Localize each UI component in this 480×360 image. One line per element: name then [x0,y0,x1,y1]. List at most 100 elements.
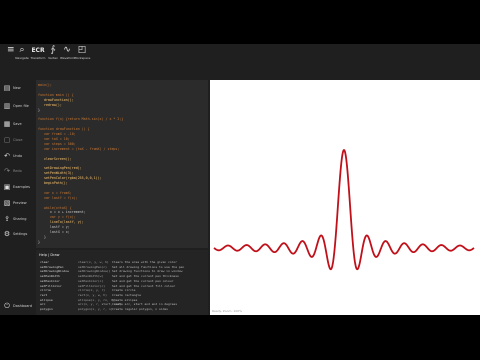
navigate-label: Navigate [15,56,29,60]
reference-signature: setFillColor(c) [78,283,106,288]
sidebar-item-label: Close [13,138,23,142]
navigate-button[interactable]: ⌕ Navigate [14,45,30,63]
reference-row[interactable]: setDrawingPen setDrawingPen(c) Set all dra… [40,265,206,269]
sidebar-item-sharing[interactable]: ⇪ Sharing [2,212,33,228]
file-icon: ▤ [3,84,11,92]
workspace-label: Workspace [74,56,91,60]
reference-name: arc [40,302,46,307]
waveform-button[interactable]: ∿ Waveform [60,45,76,63]
reference-description: Create regular polygon, n sides [112,307,168,311]
code-line: lastX = x; [38,230,70,234]
reference-title: Help | Draw [39,253,60,257]
sidebar-item-redo[interactable]: ↷ Redo [2,164,33,180]
save-icon: ▦ [3,120,11,128]
undo-icon: ↶ [4,152,10,160]
reference-name: setDrawingPen [40,264,64,269]
code-editor[interactable]: main(); function main () { drawFunction()… [36,80,208,248]
code-line: var increment = (toX - fromX) / steps; [38,146,120,151]
sidebar-item-label: Open file [13,104,29,108]
sidebar-item-label: Undo [13,154,23,158]
sidebar-item-save[interactable]: ▦ Save [2,117,33,133]
reference-row[interactable]: setDrawingWindow setDrawingWindow() Set dr… [40,269,206,273]
waveform-label: Waveform [60,56,76,60]
magnifier-icon: ⌕ [19,45,25,55]
code-line: setPenWidth(3); [38,171,74,176]
reference-name: polygon [40,307,53,311]
reference-signature: setDrawingPen(c) [78,264,107,269]
code-line: clearScreen(); [38,156,72,161]
code-line: setPenColor(rgba(255,0,0,1)); [38,176,102,181]
reference-name: setPenColor [40,278,60,283]
toolbar: ≡ ⌕ Navigate ECR Transform ∱ Vertex ∿ Wa… [0,44,480,63]
reference-name: circle [40,288,51,293]
sidebar-item-settings[interactable]: ⚙ Settings [2,227,33,243]
drawing-canvas[interactable]: Ready. Zoom: 100% [210,80,480,315]
menu-button[interactable]: ≡ [7,45,15,63]
reference-row[interactable]: setPenColor setPenColor(c) Set and get the… [40,279,206,283]
reference-signature: rect(x, y, w, h) [78,292,107,297]
code-line: var steps = 500; [38,141,76,146]
reference-row[interactable]: setPenWidth setPenWidth(w) Set and get the… [40,274,206,278]
sinc-plot [213,149,475,271]
workspace-button[interactable]: ◰ Workspace [74,45,90,63]
reference-description: Create rectangle [112,292,141,297]
code-line: } [38,107,40,112]
reference-signature: circle(x, y, r) [78,288,106,293]
sidebar-item-undo[interactable]: ↶ Undo [2,149,33,165]
code-line: var x = fromX; [38,190,72,195]
sidebar-item-label: Redo [13,169,22,173]
vertex-button[interactable]: ∱ Vertex [46,45,60,63]
power-icon: ⏻ [4,302,10,310]
sidebar: ▤ New ▥ Open file ▦ Save ▢ Close ↶ Undo … [0,63,34,315]
code-line: function drawFunction () { [38,127,90,132]
code-line: var lastY = f(x); [38,195,78,200]
sidebar-item-examples[interactable]: ▣ Examples [2,180,33,196]
reference-row[interactable]: polygon polygon(x, y, r, n) Create regular… [40,307,206,311]
code-line: function f(x) {return Math.sin(x) / x * … [38,117,124,122]
reference-description: Clears the area with the given color [112,260,178,264]
reference-row[interactable]: arc arc(x, y, r, start, end) Create arc, s… [40,302,206,306]
reference-name: ellipse [40,297,53,302]
wave-icon: ∿ [63,45,71,55]
reference-signature: ellipse(x, y, rx, ry) [78,297,116,302]
reference-name: setPenWidth [40,274,60,279]
examples-icon: ▣ [3,183,11,191]
sinc-curve [213,149,475,271]
reference-row[interactable]: rect rect(x, y, w, h) Create rectangle [40,293,206,297]
code-line: redraw(); [38,102,62,107]
canvas-status: Ready. Zoom: 100% [212,309,242,313]
reference-row[interactable]: ellipse ellipse(x, y, rx, ry) Create ellip… [40,298,206,302]
reference-row[interactable]: clear clear(x, y, w, h) Clears the area wi… [40,260,206,264]
sidebar-item-close[interactable]: ▢ Close [2,133,33,149]
code-line: x = x + increment; [38,210,86,215]
code-line: var toX = 10; [38,136,70,141]
transform-label: Transform [30,56,46,60]
sidebar-item-label: Save [13,122,22,126]
reference-panel: Help | Draw clear clear(x, y, w, h) Clears… [36,250,208,315]
window-icon: ◰ [77,45,87,55]
fx-icon: ∱ [50,45,56,55]
sidebar-item-label: Sharing [13,217,27,221]
close-icon: ▢ [3,136,11,144]
reference-description: Set drawing functions to draw in window [112,269,183,274]
reference-description: Set and get the current fill colour [112,283,176,288]
vertex-label: Vertex [48,56,58,60]
code-line: var fromX = -10; [38,132,76,136]
reference-description: Set all drawing functions to use the pen [112,264,185,269]
reference-name: rect [40,292,48,297]
sidebar-item-label: Settings [13,232,28,236]
sidebar-item-label: Examples [13,185,31,189]
code-line: while(x<toX) { [38,205,72,210]
sidebar-item-new[interactable]: ▤ New [2,81,33,97]
sidebar-item-dashboard[interactable]: ⏻ Dashboard [2,299,33,315]
sidebar-item-preview[interactable]: ▧ Preview [2,196,33,212]
reference-row[interactable]: circle circle(x, y, r) Create circle [40,288,206,292]
transform-button[interactable]: ECR Transform [30,45,46,63]
reference-signature: clear(x, y, w, h) [78,260,109,264]
menu-icon: ≡ [7,45,15,55]
reference-row[interactable]: setFillColor setFillColor(c) Set and get t… [40,284,206,288]
code-line: var y = f(x); [38,215,76,220]
code-line: beginPath(); [38,181,68,185]
reference-signature: setDrawingWindow() [78,269,111,274]
sidebar-item-open[interactable]: ▥ Open file [2,99,33,115]
